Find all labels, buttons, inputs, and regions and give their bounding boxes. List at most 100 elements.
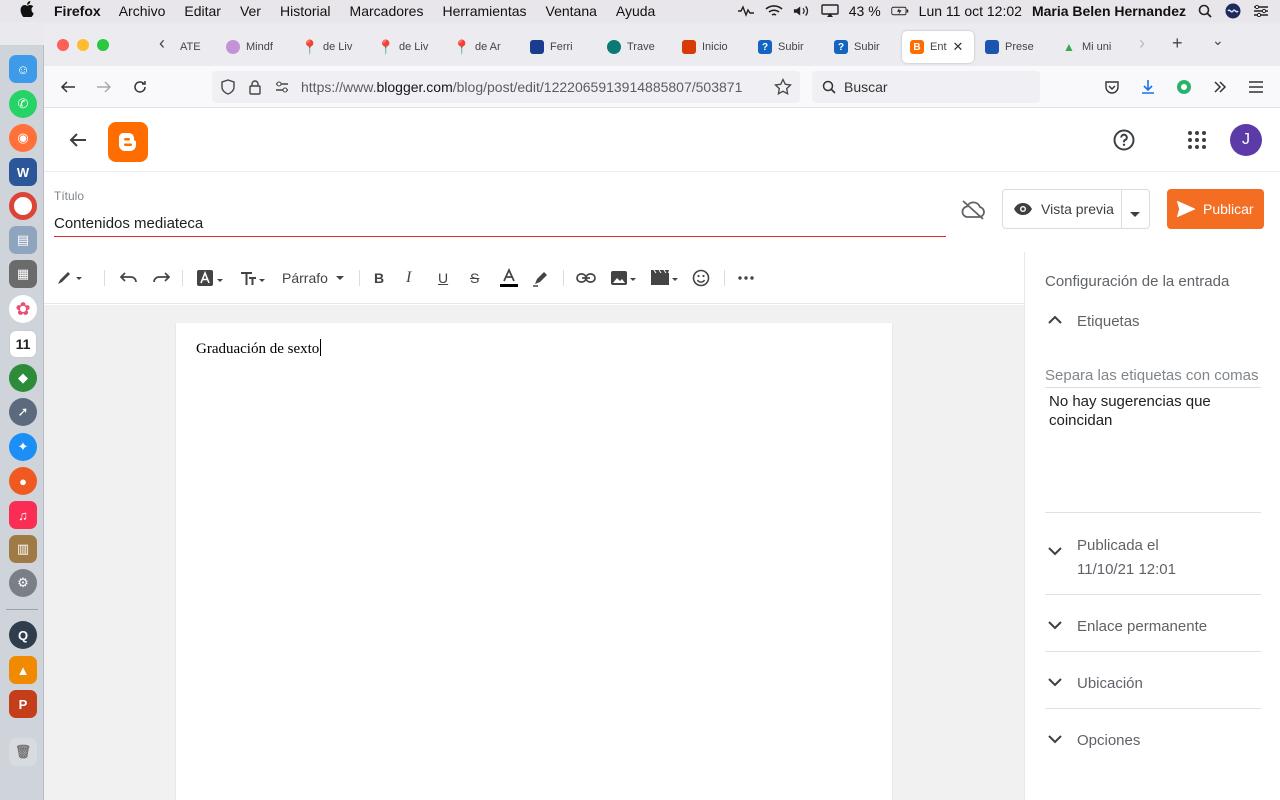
extension-icon[interactable]	[1174, 77, 1194, 97]
activity-icon[interactable]	[737, 3, 755, 19]
apple-menu-icon[interactable]	[20, 0, 38, 22]
tab-5[interactable]: 📍 de Ar	[455, 31, 515, 63]
tab-13[interactable]: ▲ Mi uni	[1062, 31, 1122, 63]
clock[interactable]: Lun 11 oct 12:02	[919, 3, 1022, 19]
options-section[interactable]: Opciones	[1045, 729, 1261, 753]
forward-icon[interactable]	[94, 77, 114, 97]
tab-12[interactable]: Prese	[985, 31, 1045, 63]
system-preferences-icon[interactable]: ⚙	[9, 569, 37, 597]
quicktime-icon[interactable]: Q	[9, 621, 37, 649]
vlc-icon[interactable]: ▲	[9, 656, 37, 684]
blogger-logo-icon[interactable]	[108, 122, 148, 162]
location-section[interactable]: Ubicación	[1045, 672, 1261, 696]
permalink-section[interactable]: Enlace permanente	[1045, 615, 1261, 639]
tab-8[interactable]: Inicio	[682, 31, 742, 63]
tab-blogger-active[interactable]: B Ent ✕	[902, 31, 974, 63]
tab-1[interactable]: ATE	[180, 31, 204, 63]
firefox-icon[interactable]: ◉	[9, 124, 37, 152]
close-window-button[interactable]	[57, 39, 69, 51]
music-icon[interactable]: ♫	[9, 501, 37, 529]
link-icon[interactable]	[576, 268, 596, 288]
safari-icon[interactable]: ✦	[9, 433, 37, 461]
bold-icon[interactable]: B	[374, 268, 384, 288]
new-tab-icon[interactable]: +	[1172, 33, 1183, 54]
user-name[interactable]: Maria Belen Hernandez	[1032, 3, 1186, 19]
tab-scroll-right-icon[interactable]: ›	[1139, 33, 1145, 54]
list-all-tabs-icon[interactable]: ⌄	[1212, 32, 1224, 49]
more-tools-icon[interactable]	[1210, 77, 1230, 97]
labels-input[interactable]	[1045, 364, 1261, 388]
photos-icon[interactable]: ✿	[9, 295, 37, 323]
back-arrow-icon[interactable]	[68, 130, 88, 155]
menu-herramientas[interactable]: Herramientas	[442, 3, 526, 19]
close-tab-icon[interactable]: ✕	[953, 39, 964, 55]
menu-ventana[interactable]: Ventana	[546, 3, 597, 19]
menu-marcadores[interactable]: Marcadores	[350, 3, 424, 19]
downloads-icon[interactable]	[1138, 77, 1158, 97]
zoom-window-button[interactable]	[97, 39, 109, 51]
spotlight-search-icon[interactable]	[1196, 3, 1214, 19]
airplay-icon[interactable]	[821, 3, 839, 19]
control-center-icon[interactable]	[1252, 3, 1270, 19]
highlight-marker-icon[interactable]	[532, 268, 550, 288]
battery-icon[interactable]	[890, 3, 909, 19]
whatsapp-icon[interactable]: ✆	[9, 90, 37, 118]
font-size-icon[interactable]	[238, 268, 268, 288]
insert-image-icon[interactable]	[610, 268, 638, 288]
publish-button[interactable]: Publicar	[1167, 189, 1264, 229]
url-bar[interactable]: https://www.blogger.com/blog/post/edit/1…	[212, 71, 800, 103]
more-options-icon[interactable]	[738, 268, 754, 288]
url-text[interactable]: https://www.blogger.com/blog/post/edit/1…	[301, 79, 771, 95]
strikethrough-icon[interactable]: S	[470, 268, 479, 288]
back-icon[interactable]	[58, 77, 78, 97]
launchpad-icon[interactable]: ➚	[9, 398, 37, 426]
volume-icon[interactable]	[793, 3, 811, 19]
tab-10[interactable]: ? Subir	[834, 31, 894, 63]
wifi-icon[interactable]	[765, 3, 783, 19]
calculator-icon[interactable]: ▦	[9, 260, 37, 288]
menu-ver[interactable]: Ver	[240, 3, 261, 19]
compose-mode-pencil-icon[interactable]	[56, 268, 82, 288]
preview-icon[interactable]: ▤	[9, 226, 37, 254]
tracking-shield-icon[interactable]	[220, 79, 236, 98]
bookmark-star-icon[interactable]	[774, 77, 792, 99]
insert-video-icon[interactable]	[650, 268, 680, 288]
siri-icon[interactable]	[1224, 3, 1242, 19]
paragraph-format-dropdown[interactable]: Párrafo	[282, 268, 344, 288]
tab-6[interactable]: Ferri	[530, 31, 590, 63]
hamburger-menu-icon[interactable]	[1246, 77, 1266, 97]
text-color-icon[interactable]	[500, 268, 518, 288]
undo-icon[interactable]	[120, 268, 138, 288]
menu-ayuda[interactable]: Ayuda	[616, 3, 655, 19]
tab-4[interactable]: 📍 de Liv	[379, 31, 439, 63]
document-page[interactable]: Graduación de sexto	[176, 323, 892, 800]
menu-historial[interactable]: Historial	[280, 3, 331, 19]
chrome-icon[interactable]	[9, 192, 37, 220]
apps-grid-icon[interactable]	[1188, 131, 1206, 154]
menu-archivo[interactable]: Archivo	[119, 3, 166, 19]
help-icon[interactable]	[1113, 129, 1135, 156]
post-title-input[interactable]	[54, 211, 946, 237]
origin-icon[interactable]: ●	[9, 467, 37, 495]
menu-app-name[interactable]: Firefox	[54, 3, 101, 19]
finder-icon[interactable]: ☺	[9, 55, 37, 83]
published-date-section[interactable]: Publicada el 11/10/21 12:01	[1045, 534, 1261, 584]
preview-button[interactable]: Vista previa	[1002, 189, 1150, 229]
sims-icon[interactable]: ◆	[9, 364, 37, 392]
reload-icon[interactable]	[130, 77, 150, 97]
post-body-text[interactable]: Graduación de sexto	[196, 339, 322, 358]
tab-2[interactable]: Mindf	[226, 31, 286, 63]
tab-7[interactable]: Trave	[607, 31, 667, 63]
menu-editar[interactable]: Editar	[184, 3, 221, 19]
powerpoint-icon[interactable]: P	[9, 690, 37, 718]
tab-scroll-left-icon[interactable]: ‹	[159, 33, 165, 54]
underline-icon[interactable]: U	[438, 268, 448, 288]
search-bar[interactable]: Buscar	[812, 71, 1040, 103]
emoji-icon[interactable]	[692, 268, 710, 288]
tab-3[interactable]: 📍 de Liv	[303, 31, 363, 63]
calendar-icon[interactable]: 11	[9, 330, 37, 358]
permissions-icon[interactable]	[274, 79, 290, 98]
tab-9[interactable]: ? Subir	[758, 31, 818, 63]
labels-section-header[interactable]: Etiquetas	[1045, 310, 1261, 334]
minimize-window-button[interactable]	[77, 39, 89, 51]
